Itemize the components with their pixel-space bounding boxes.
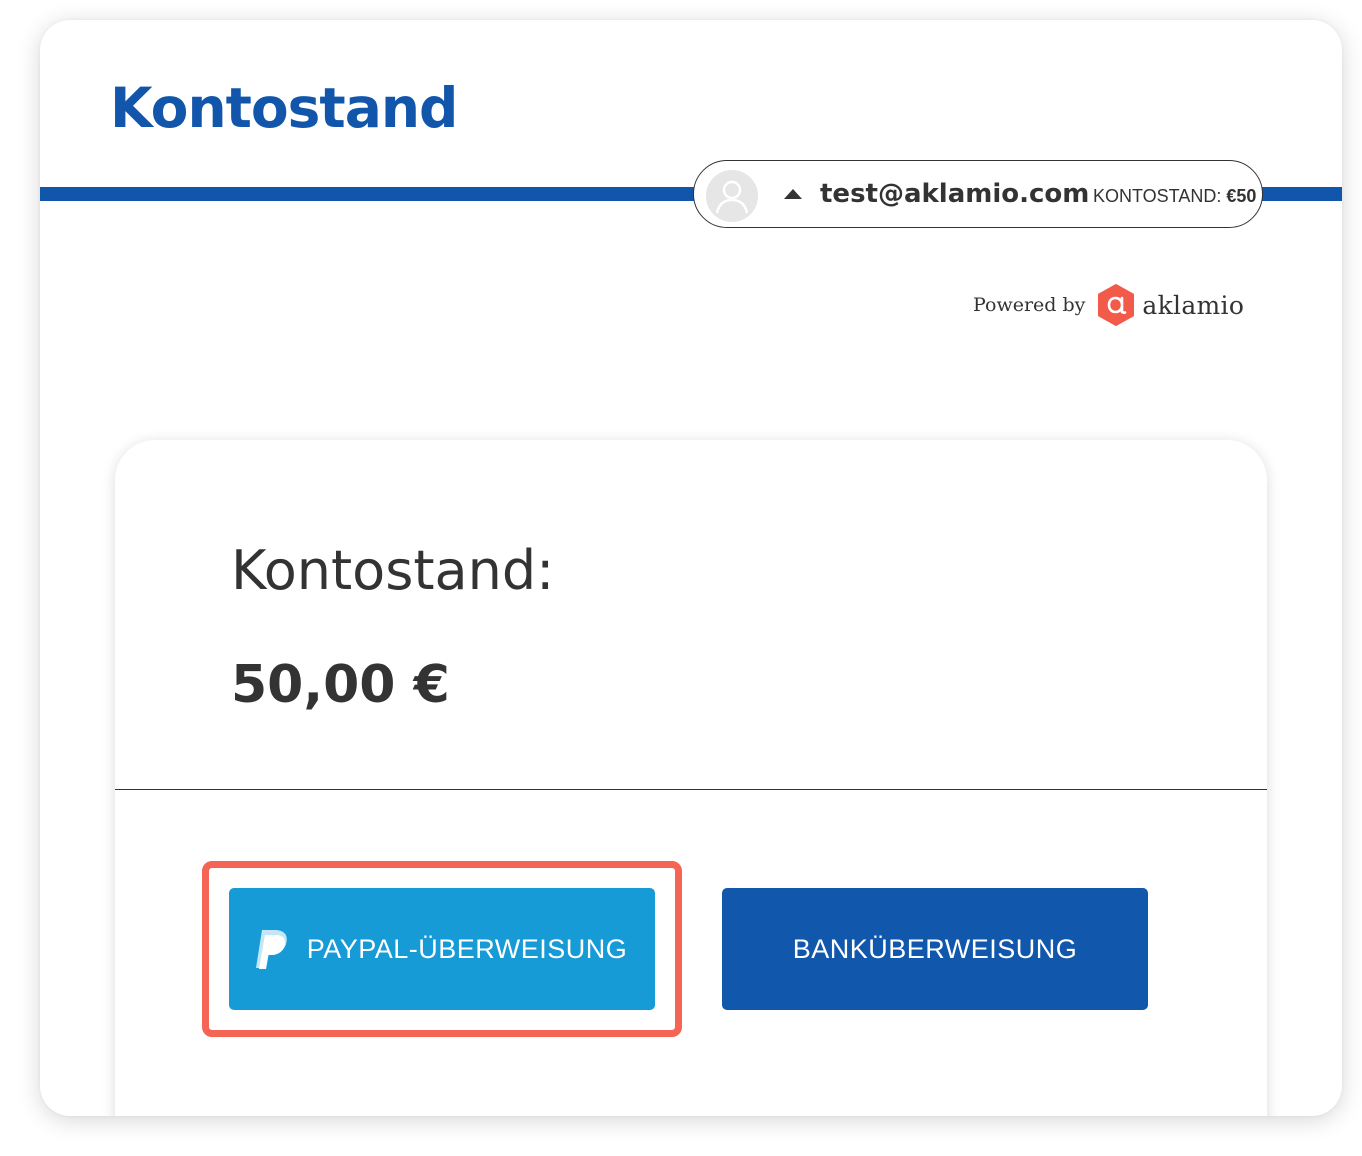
aklamio-logo-icon	[1098, 284, 1135, 326]
card-divider	[115, 789, 1267, 790]
account-menu[interactable]: test@aklamio.com KONTOSTAND: €50	[693, 160, 1263, 228]
account-balance-value: €50	[1226, 186, 1257, 206]
account-balance: KONTOSTAND: €50	[1093, 185, 1256, 207]
app-window: Kontostand test@aklamio.com KONTOSTAND: …	[40, 20, 1342, 1116]
account-balance-label: KONTOSTAND:	[1093, 186, 1222, 206]
balance-amount: 50,00 €	[231, 655, 450, 715]
aklamio-brand-name: aklamio	[1142, 290, 1245, 320]
bank-button-label: BANKÜBERWEISUNG	[792, 933, 1078, 964]
powered-by-text: Powered by	[973, 294, 1086, 316]
balance-card: Kontostand: 50,00 € PAYPAL-ÜBERWEISUNG B…	[115, 440, 1267, 1116]
page-title: Kontostand	[110, 76, 458, 140]
user-avatar-icon	[706, 170, 758, 222]
balance-label: Kontostand:	[231, 539, 555, 602]
paypal-transfer-button[interactable]: PAYPAL-ÜBERWEISUNG	[229, 888, 655, 1010]
paypal-button-label: PAYPAL-ÜBERWEISUNG	[306, 933, 628, 964]
paypal-icon	[255, 930, 287, 969]
bank-transfer-button[interactable]: BANKÜBERWEISUNG	[722, 888, 1148, 1010]
account-email: test@aklamio.com	[820, 179, 1090, 209]
powered-by-aklamio[interactable]: Powered by aklamio	[973, 280, 1244, 330]
caret-up-icon[interactable]	[784, 189, 802, 199]
